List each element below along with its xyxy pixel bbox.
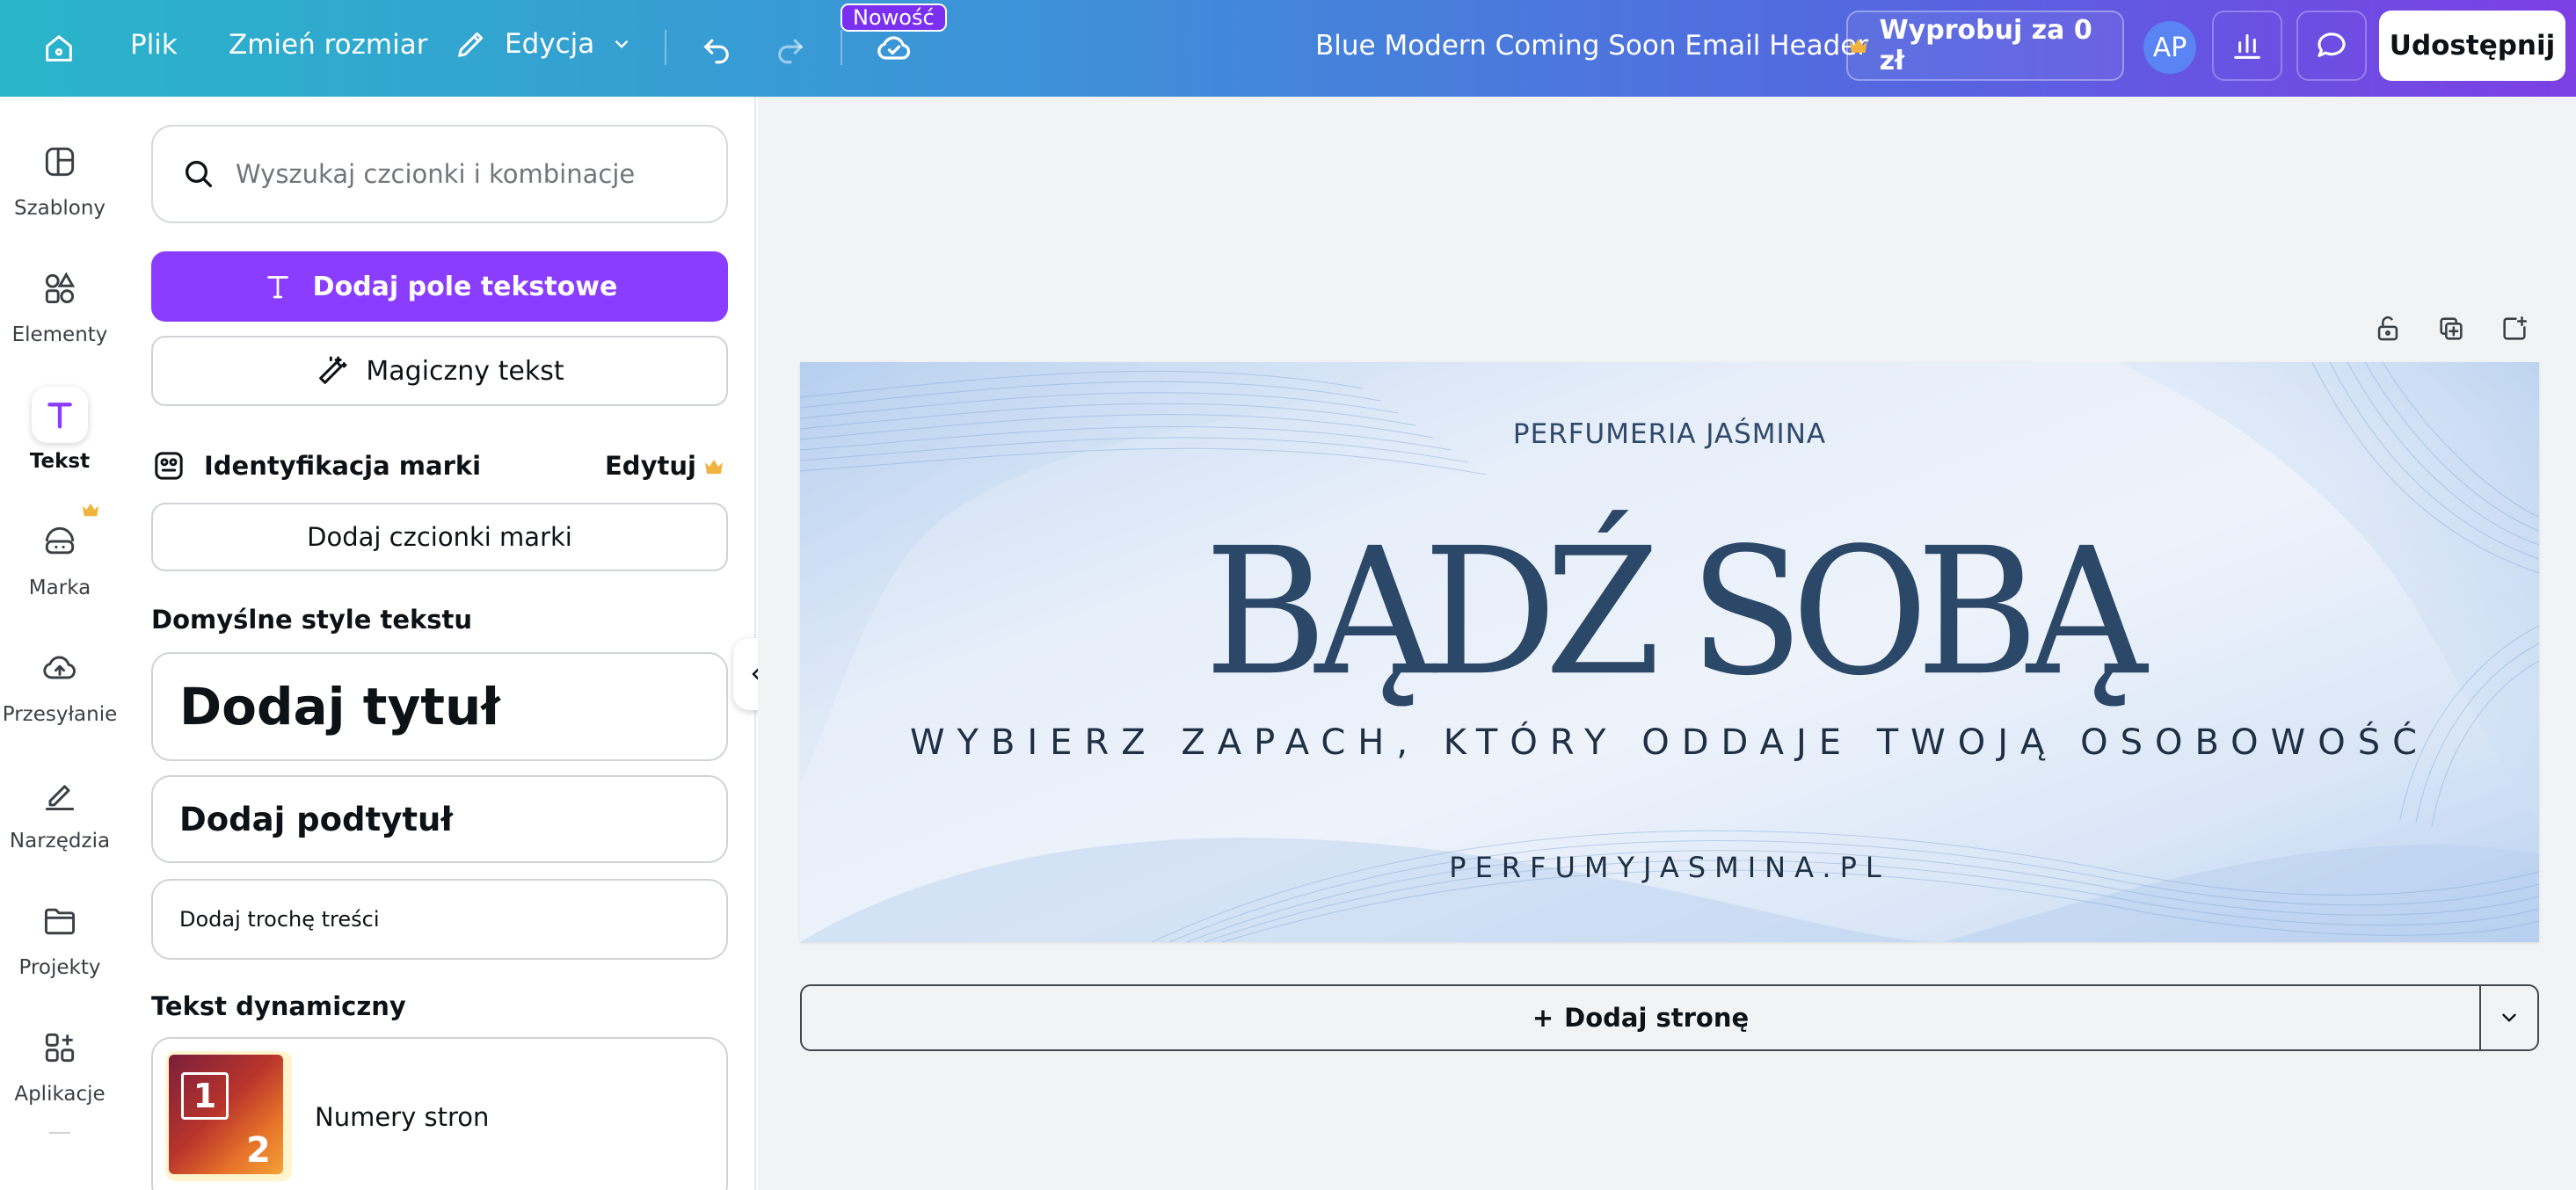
redo-icon bbox=[778, 39, 804, 64]
magic-text-label: Magiczny tekst bbox=[366, 355, 564, 387]
share-button[interactable]: Udostępnij bbox=[2379, 11, 2565, 81]
rail-item-text[interactable]: Tekst bbox=[0, 387, 120, 473]
rail-label: Tekst bbox=[29, 450, 91, 473]
try-pro-button[interactable]: Wyprobuj za 0 zł bbox=[1846, 11, 2124, 81]
comments-button[interactable] bbox=[2296, 11, 2367, 81]
duplicate-page-button[interactable] bbox=[2434, 311, 2469, 346]
rail-item-apps[interactable]: Aplikacje bbox=[0, 1019, 120, 1106]
top-toolbar: Plik Zmień rozmiar Edycja Nowość Blue Mo… bbox=[0, 0, 2576, 97]
add-page-button[interactable]: + Dodaj stronę bbox=[800, 984, 2481, 1051]
lock-open-icon bbox=[2377, 316, 2398, 341]
rail-item-elements[interactable]: Elementy bbox=[0, 260, 120, 346]
rail-item-upload[interactable]: Przesyłanie bbox=[0, 640, 120, 726]
page-numbers-card[interactable]: 1 2 Numery stron bbox=[151, 1037, 728, 1190]
magic-wand-icon bbox=[319, 356, 347, 384]
add-subheading-button[interactable]: Dodaj podtytuł bbox=[151, 775, 728, 863]
rail-label: Szablony bbox=[13, 197, 106, 220]
toolbar-divider bbox=[840, 30, 842, 65]
font-search-input[interactable] bbox=[236, 159, 693, 189]
toolbar-divider bbox=[665, 30, 666, 65]
duplicate-icon bbox=[2440, 317, 2463, 340]
page-numbers-label: Numery stron bbox=[315, 1102, 490, 1132]
design-canvas[interactable]: PERFUMERIA JAŚMINA BĄDŹ SOBĄ WYBIERZ ZAP… bbox=[800, 362, 2539, 942]
crown-icon bbox=[82, 503, 99, 517]
document-title[interactable]: Blue Modern Coming Soon Email Header bbox=[1315, 30, 1868, 62]
folder-icon bbox=[32, 893, 88, 949]
add-page-options-button[interactable] bbox=[2479, 984, 2539, 1051]
undo-icon bbox=[703, 39, 729, 64]
page-numbers-thumbnail: 1 2 bbox=[165, 1051, 292, 1181]
rail-label: Marka bbox=[28, 577, 91, 599]
add-textbox-label: Dodaj pole tekstowe bbox=[312, 271, 618, 302]
brand-kit-icon bbox=[155, 452, 183, 480]
rail-label: Narzędzia bbox=[9, 830, 111, 853]
redo-button[interactable] bbox=[758, 16, 823, 81]
add-page-label: Dodaj stronę bbox=[1564, 1003, 1750, 1033]
add-textbox-button[interactable]: Dodaj pole tekstowe bbox=[151, 251, 728, 322]
design-headline[interactable]: BĄDŹ SOBĄ bbox=[800, 525, 2539, 700]
file-menu[interactable]: Plik bbox=[130, 32, 178, 59]
rail-label: Elementy bbox=[11, 323, 108, 346]
rail-item-tools[interactable]: Narzędzia bbox=[0, 766, 120, 853]
rail-divider bbox=[49, 1132, 70, 1134]
add-page-top-button[interactable] bbox=[2497, 311, 2532, 346]
new-badge: Nowość bbox=[840, 4, 947, 32]
tools-icon bbox=[32, 766, 88, 823]
design-url[interactable]: PERFUMYJASMINA.PL bbox=[800, 851, 2539, 884]
home-button[interactable] bbox=[26, 16, 91, 81]
design-brand-name[interactable]: PERFUMERIA JAŚMINA bbox=[800, 418, 2539, 450]
text-icon bbox=[32, 387, 88, 443]
text-t-icon bbox=[266, 276, 288, 299]
rail-label: Przesyłanie bbox=[2, 703, 118, 726]
apps-icon bbox=[32, 1019, 88, 1076]
templates-icon bbox=[32, 134, 88, 190]
page-number-one: 1 bbox=[181, 1072, 229, 1120]
default-styles-title: Domyślne style tekstu bbox=[151, 605, 473, 635]
brand-identity-row: Identyfikacja marki Edytuj bbox=[151, 446, 728, 485]
elements-icon bbox=[32, 260, 88, 316]
page-number-two: 2 bbox=[246, 1130, 271, 1171]
crown-icon bbox=[705, 460, 723, 474]
brand-identity-label: Identyfikacja marki bbox=[204, 451, 482, 481]
search-icon bbox=[186, 161, 212, 187]
add-body-text-button[interactable]: Dodaj trochę treści bbox=[151, 879, 728, 960]
chevron-down-icon bbox=[2502, 1013, 2516, 1022]
crown-icon bbox=[1849, 39, 1867, 53]
rail-label: Aplikacje bbox=[14, 1083, 106, 1106]
add-brand-fonts-button[interactable]: Dodaj czcionki marki bbox=[151, 503, 728, 571]
try-pro-label: Wyprobuj za 0 zł bbox=[1879, 15, 2092, 76]
left-rail: Szablony Elementy Tekst Marka Przesyłani… bbox=[0, 97, 120, 1190]
upload-cloud-icon bbox=[32, 640, 88, 696]
avatar[interactable]: AP bbox=[2143, 21, 2196, 74]
resize-menu[interactable]: Zmień rozmiar bbox=[229, 32, 427, 59]
dynamic-text-title: Tekst dynamiczny bbox=[151, 991, 406, 1021]
undo-button[interactable] bbox=[684, 16, 749, 81]
pencil-icon bbox=[458, 32, 484, 57]
plus-icon: + bbox=[1532, 1003, 1554, 1033]
cloud-check-icon bbox=[877, 36, 911, 60]
chevron-down-icon bbox=[615, 40, 629, 48]
rail-label: Projekty bbox=[18, 956, 101, 979]
design-subheadline[interactable]: WYBIERZ ZAPACH, KTÓRY ODDAJE TWOJĄ OSOBO… bbox=[800, 722, 2539, 763]
rail-item-projects[interactable]: Projekty bbox=[0, 893, 120, 979]
bar-chart-icon bbox=[2234, 33, 2260, 59]
edit-menu[interactable]: Edycja bbox=[454, 26, 633, 62]
brand-icon bbox=[32, 503, 99, 570]
font-search[interactable] bbox=[151, 125, 728, 223]
edit-label: Edycja bbox=[505, 27, 595, 60]
insights-button[interactable] bbox=[2212, 11, 2282, 81]
lock-button[interactable] bbox=[2370, 311, 2405, 346]
brand-edit-link[interactable]: Edytuj bbox=[605, 451, 696, 481]
comment-icon bbox=[2318, 33, 2346, 57]
rail-item-brand[interactable]: Marka bbox=[0, 503, 120, 599]
magic-text-button[interactable]: Magiczny tekst bbox=[151, 336, 728, 406]
home-icon bbox=[46, 35, 72, 62]
add-heading-button[interactable]: Dodaj tytuł bbox=[151, 652, 728, 761]
add-page-icon bbox=[2503, 316, 2528, 340]
rail-item-templates[interactable]: Szablony bbox=[0, 134, 120, 220]
